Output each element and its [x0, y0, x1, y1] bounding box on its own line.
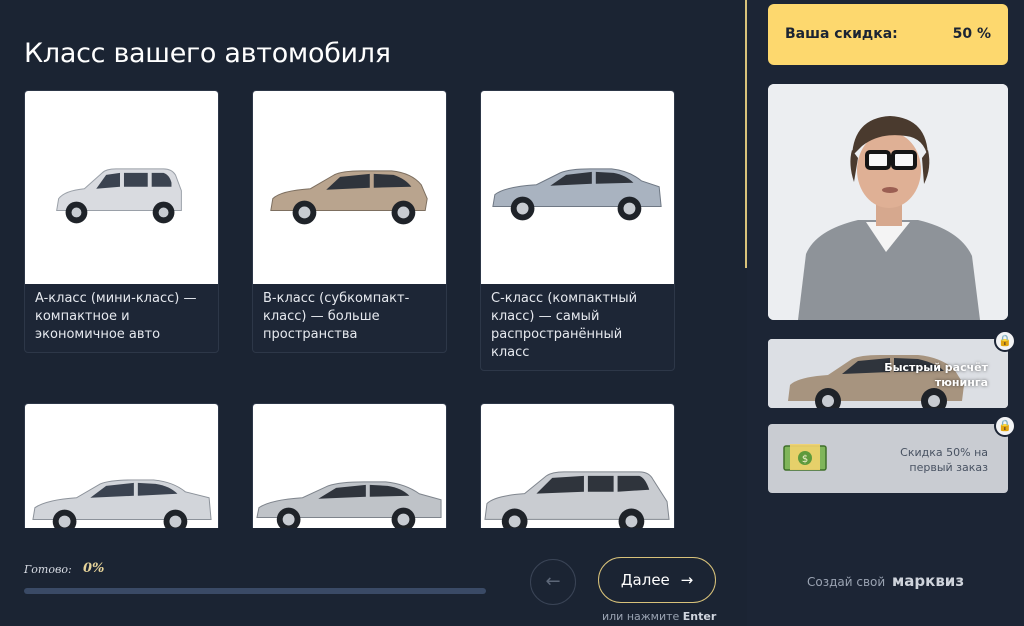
car-image — [25, 404, 218, 528]
hatchback-car-icon — [56, 168, 182, 224]
sedan-car-icon — [32, 479, 212, 528]
next-button-label: Далее — [620, 571, 670, 589]
keyboard-hint: или нажмите Enter — [602, 610, 716, 623]
powered-by-prefix: Создай свой — [807, 575, 886, 589]
discount-value: 50 % — [952, 26, 991, 42]
bonus-title-line2: тюнинга — [934, 376, 988, 389]
discount-banner: Ваша скидка: 50 % — [768, 4, 1008, 65]
answer-card-d-class[interactable] — [24, 403, 219, 528]
answer-label: B-класс (субкомпакт-класс) — больше прос… — [263, 291, 410, 342]
brand-name: марквиз — [892, 572, 965, 590]
car-image — [481, 404, 674, 528]
progress-value: 0% — [83, 561, 105, 576]
car-image — [481, 91, 674, 284]
money-icon: $ — [783, 444, 827, 471]
hint-prefix: или нажмите — [602, 610, 680, 623]
lock-icon: 🔒 — [994, 415, 1016, 437]
sedan-car-icon — [256, 481, 442, 528]
answer-grid: A-класс (мини-класс) — компактное и экон… — [0, 88, 746, 528]
hatchback-car-icon — [270, 170, 428, 225]
next-button[interactable]: Далее → — [598, 557, 716, 603]
presenter-video[interactable] — [768, 84, 1008, 320]
bonus-title-line2: первый заказ — [909, 461, 988, 474]
sedan-car-icon — [492, 168, 662, 221]
suv-car-icon — [484, 471, 670, 528]
arrow-right-icon: → — [680, 571, 694, 589]
answer-card-suv[interactable] — [480, 403, 675, 528]
answer-label: C-класс (компактный класс) — самый распр… — [491, 291, 638, 360]
progress-bar — [24, 588, 486, 594]
discount-label: Ваша скидка: — [785, 26, 898, 42]
svg-text:$: $ — [802, 454, 808, 465]
lock-icon: 🔒 — [994, 330, 1016, 352]
answer-card-e-class[interactable] — [252, 403, 447, 528]
arrow-left-icon: ← — [545, 571, 561, 592]
bonus-title: Быстрый расчёт тюнинга — [884, 360, 988, 390]
answer-card-b-class[interactable]: B-класс (субкомпакт-класс) — больше прос… — [252, 90, 447, 353]
answer-card-a-class[interactable]: A-класс (мини-класс) — компактное и экон… — [24, 90, 219, 353]
quiz-main-panel: Класс вашего автомобиля A-класс (мини-кл… — [0, 0, 746, 626]
bonus-discount[interactable]: $ Скидка 50% на первый заказ — [768, 424, 1008, 493]
car-image — [253, 91, 446, 284]
car-image — [253, 404, 446, 528]
bonus-title-line1: Быстрый расчёт — [884, 361, 988, 374]
hint-key: Enter — [682, 610, 717, 623]
answer-card-c-class[interactable]: C-класс (компактный класс) — самый распр… — [480, 90, 675, 371]
bonus-title: Скидка 50% на первый заказ — [900, 445, 988, 475]
bonus-title-line1: Скидка 50% на — [900, 446, 988, 459]
car-image — [25, 91, 218, 284]
presenter-image — [768, 84, 1008, 320]
answer-label: A-класс (мини-класс) — компактное и экон… — [35, 291, 197, 342]
powered-by[interactable]: Создай свой марквиз — [807, 572, 964, 590]
back-button[interactable]: ← — [530, 559, 576, 605]
question-title: Класс вашего автомобиля — [24, 38, 391, 69]
progress-label: Готово: — [24, 563, 72, 576]
bonus-tuning-calc[interactable]: Быстрый расчёт тюнинга — [768, 339, 1008, 408]
